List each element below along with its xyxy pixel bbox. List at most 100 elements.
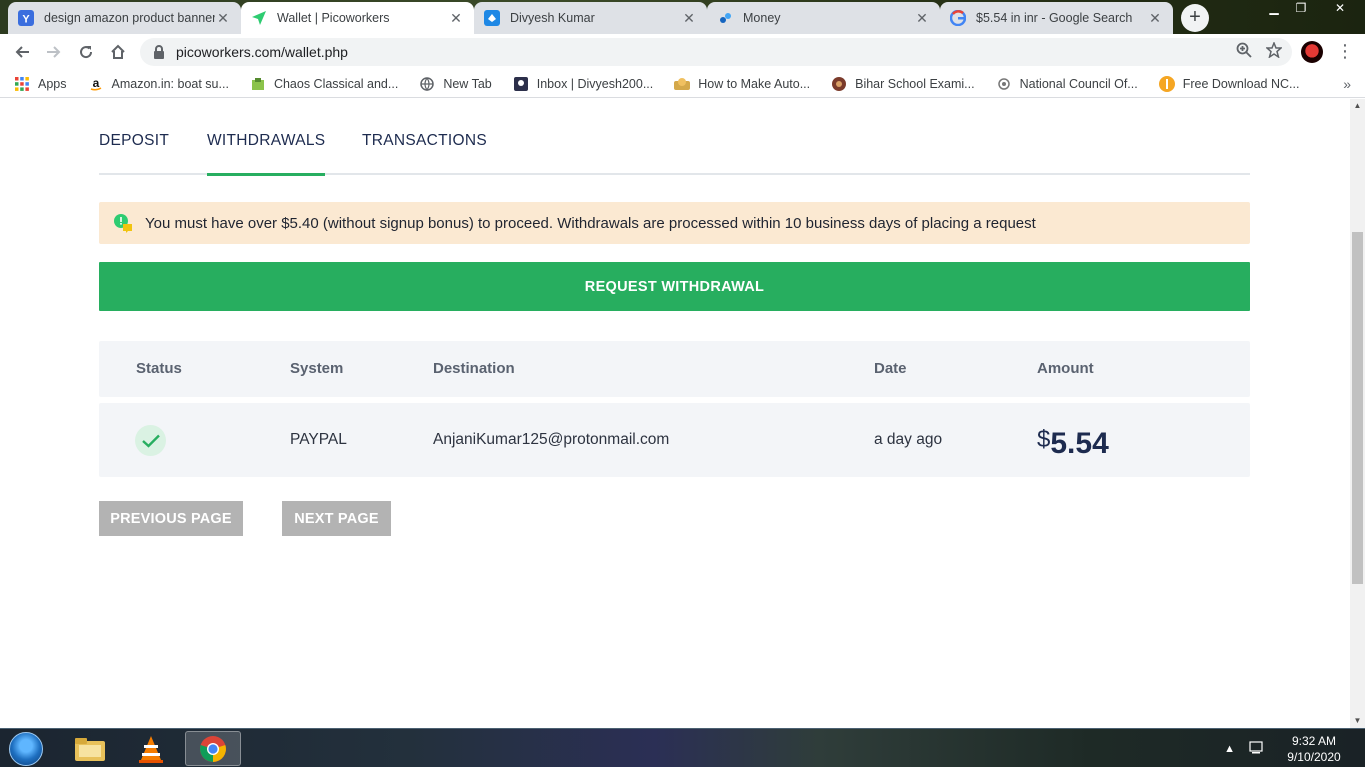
- bookmark-free-download[interactable]: Free Download NC...: [1158, 75, 1300, 92]
- previous-page-button[interactable]: PREVIOUS PAGE: [99, 501, 243, 536]
- table-header: Status System Destination Date Amount: [99, 341, 1250, 397]
- new-tab-button[interactable]: +: [1181, 4, 1209, 32]
- system-clock[interactable]: 9:32 AM 9/10/2020: [1277, 733, 1351, 765]
- tab-title: design amazon product banner: [44, 11, 215, 25]
- check-icon: [135, 425, 166, 456]
- window-close-icon[interactable]: ✕: [1326, 0, 1354, 18]
- request-withdrawal-button[interactable]: REQUEST WITHDRAWAL: [99, 262, 1250, 311]
- bookmarks-bar: Apps a Amazon.in: boat su... Chaos Class…: [0, 70, 1365, 98]
- tab-title: Money: [743, 11, 781, 25]
- currency-symbol: $: [1037, 426, 1051, 453]
- tab-title: $5.54 in inr - Google Search: [976, 11, 1133, 25]
- picoworkers-icon: [251, 10, 267, 26]
- row-date: a day ago: [874, 431, 943, 448]
- close-icon[interactable]: ✕: [1147, 10, 1163, 27]
- header-status: Status: [136, 360, 182, 377]
- browser-toolbar: picoworkers.com/wallet.php: [0, 34, 1365, 70]
- globe-icon: [419, 76, 435, 92]
- close-icon[interactable]: ✕: [681, 10, 697, 27]
- bookmark-inbox[interactable]: Inbox | Divyesh200...: [513, 76, 653, 92]
- withdrawal-notice: You must have over $5.40 (without signup…: [99, 202, 1250, 244]
- bookmark-amazon[interactable]: a Amazon.in: boat su...: [88, 76, 229, 92]
- system-tray: ▲ 9:32 AM 9/10/2020: [1224, 729, 1365, 767]
- tab-deposit[interactable]: DEPOSIT: [99, 123, 169, 175]
- bookmark-label: New Tab: [443, 76, 492, 91]
- chrome-taskbar-icon[interactable]: [185, 731, 241, 766]
- tray-overflow-icon[interactable]: ▲: [1224, 743, 1235, 755]
- bookmark-label: Chaos Classical and...: [273, 76, 399, 91]
- bookmark-star-icon[interactable]: [1265, 40, 1283, 63]
- header-amount: Amount: [1037, 360, 1094, 377]
- back-icon[interactable]: [10, 40, 34, 64]
- bookmark-how-to[interactable]: How to Make Auto...: [674, 76, 810, 92]
- bookmark-label: Free Download NC...: [1182, 76, 1300, 91]
- zoom-icon[interactable]: [1236, 42, 1252, 63]
- close-icon[interactable]: ✕: [914, 10, 930, 27]
- header-date: Date: [874, 360, 907, 377]
- amount-value: 5.54: [1050, 427, 1109, 460]
- browser-tabstrip: Y design amazon product banner ✕ Wallet …: [0, 0, 1365, 34]
- header-system: System: [290, 360, 344, 377]
- url-text: picoworkers.com/wallet.php: [176, 44, 348, 60]
- windows-logo-icon: [9, 732, 43, 766]
- vlc-icon[interactable]: [123, 731, 179, 766]
- browser-tab-design-amazon[interactable]: Y design amazon product banner ✕: [8, 2, 241, 34]
- bookmark-apps[interactable]: Apps: [14, 76, 67, 92]
- site-icon: [484, 10, 500, 26]
- bookmark-label: National Council Of...: [1019, 76, 1138, 91]
- profile-avatar[interactable]: [1301, 41, 1323, 63]
- bseb-icon: [831, 76, 847, 92]
- next-page-button[interactable]: NEXT PAGE: [282, 501, 391, 536]
- tab-transactions[interactable]: TRANSACTIONS: [362, 123, 487, 175]
- browser-tab-google[interactable]: $5.54 in inr - Google Search ✕: [940, 2, 1173, 34]
- reload-icon[interactable]: [74, 40, 98, 64]
- forward-icon[interactable]: [42, 40, 66, 64]
- table-row: PAYPAL AnjaniKumar125@protonmail.com a d…: [99, 403, 1250, 477]
- action-center-icon[interactable]: [1249, 740, 1263, 757]
- browser-tab-wallet[interactable]: Wallet | Picoworkers ✕: [241, 2, 474, 34]
- bookmark-bihar[interactable]: Bihar School Exami...: [831, 76, 975, 92]
- chaos-icon: [250, 76, 266, 92]
- notice-text: You must have over $5.40 (without signup…: [145, 214, 1036, 232]
- bookmarks-overflow-icon[interactable]: »: [1343, 76, 1351, 92]
- minimize-icon[interactable]: ▁: [1262, 0, 1286, 18]
- file-explorer-icon[interactable]: [62, 731, 118, 766]
- page-viewport: DEPOSIT WITHDRAWALS TRANSACTIONS You mus…: [0, 99, 1350, 728]
- clock-time: 9:32 AM: [1291, 733, 1337, 748]
- page-scrollbar[interactable]: ▲ ▼: [1350, 99, 1365, 728]
- scrollbar-thumb[interactable]: [1352, 232, 1363, 584]
- chat-bubble-icon: [113, 213, 133, 233]
- restore-icon[interactable]: ❐: [1289, 0, 1313, 18]
- home-icon[interactable]: [106, 40, 130, 64]
- address-bar[interactable]: picoworkers.com/wallet.php: [140, 38, 1292, 66]
- tab-title: Wallet | Picoworkers: [277, 11, 390, 25]
- header-destination: Destination: [433, 360, 515, 377]
- bookmark-new-tab[interactable]: New Tab: [419, 76, 492, 92]
- scroll-down-icon[interactable]: ▼: [1350, 714, 1365, 728]
- row-amount: $5.54: [1037, 403, 1109, 486]
- inbox-icon: [513, 76, 529, 92]
- lock-icon: [152, 45, 166, 59]
- row-destination: AnjaniKumar125@protonmail.com: [433, 431, 670, 448]
- browser-tab-money[interactable]: Money ✕: [707, 2, 940, 34]
- more-menu-icon[interactable]: ⋮: [1336, 40, 1354, 64]
- yandex-icon: Y: [18, 10, 34, 26]
- close-icon[interactable]: ✕: [448, 10, 464, 27]
- bookmark-label: Apps: [38, 76, 67, 91]
- tab-title: Divyesh Kumar: [510, 11, 595, 25]
- close-icon[interactable]: ✕: [215, 10, 231, 27]
- start-button[interactable]: [6, 731, 46, 767]
- bookmark-ncert[interactable]: National Council Of...: [996, 76, 1138, 92]
- apps-grid-icon: [14, 76, 30, 92]
- google-icon: [950, 10, 966, 26]
- video-icon: [674, 76, 691, 92]
- tab-withdrawals[interactable]: WITHDRAWALS: [207, 123, 326, 176]
- withdrawals-table: Status System Destination Date Amount PA…: [99, 341, 1250, 477]
- wallet-tabs: DEPOSIT WITHDRAWALS TRANSACTIONS: [99, 123, 1250, 176]
- bookmark-chaos[interactable]: Chaos Classical and...: [250, 76, 398, 92]
- scroll-up-icon[interactable]: ▲: [1350, 99, 1365, 113]
- amazon-icon: a: [88, 76, 104, 92]
- money-icon: [717, 10, 733, 26]
- browser-tab-divyesh[interactable]: Divyesh Kumar ✕: [474, 2, 707, 34]
- bookmark-label: Amazon.in: boat su...: [111, 76, 229, 91]
